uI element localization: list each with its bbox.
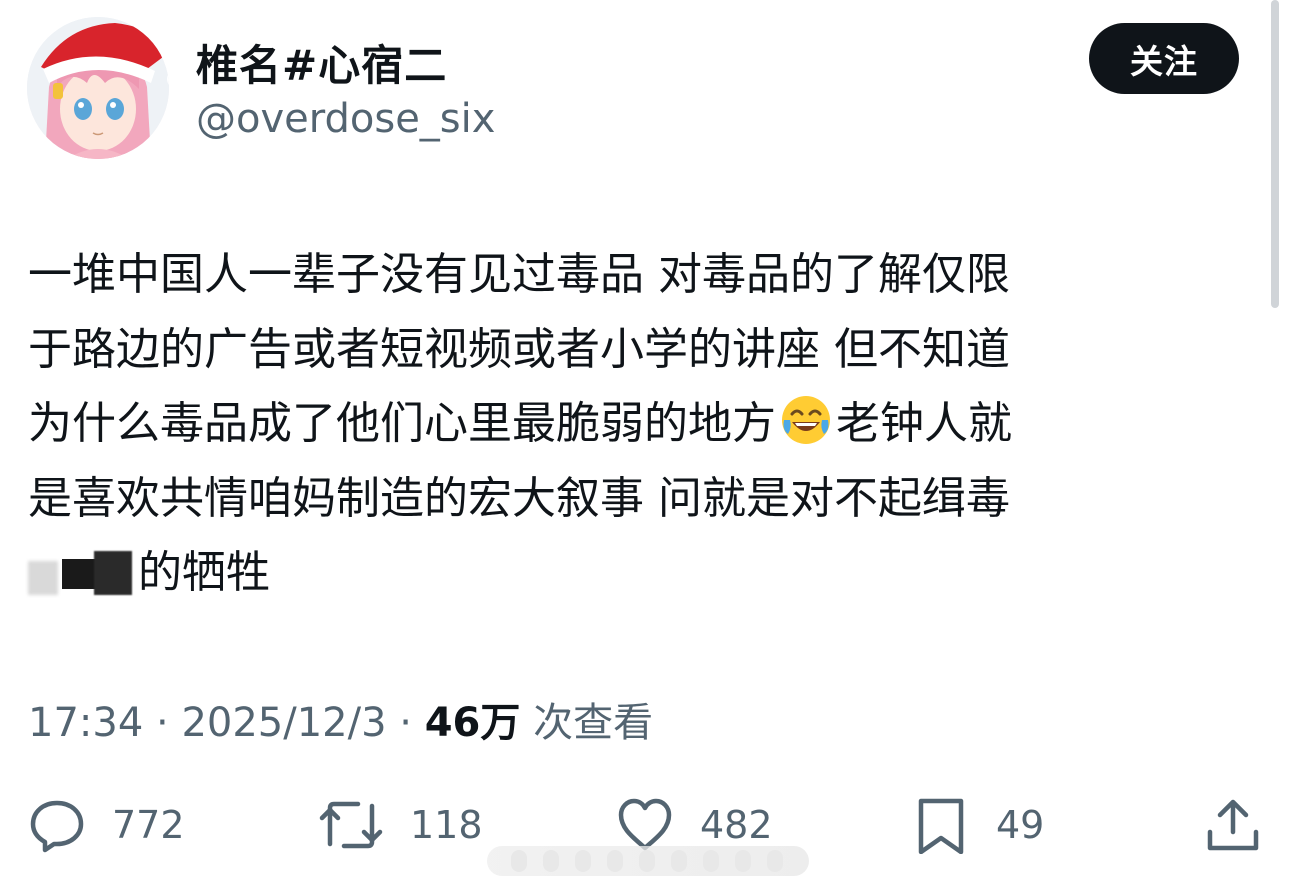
bookmark-button[interactable]: 49 [912, 790, 1044, 860]
follow-button[interactable]: 关注 [1089, 23, 1239, 94]
tweet-time[interactable]: 17:34 [28, 700, 143, 746]
bookmark-count: 49 [996, 803, 1045, 847]
reply-button[interactable]: 772 [28, 790, 185, 860]
display-name[interactable]: 椎名#心宿二 [196, 32, 447, 93]
tweet-text: 一堆中国人一辈子没有见过毒品 对毒品的了解仅限 于路边的广告或者短视频或者小学的… [28, 238, 1244, 611]
tweet-line-3-tail: 老钟人就 [836, 398, 1012, 449]
reply-icon [30, 800, 84, 853]
avatar[interactable] [27, 17, 169, 159]
watermark-overlay [487, 846, 809, 876]
views-count: 46万 [424, 700, 521, 746]
user-handle[interactable]: @overdose_six [196, 96, 495, 142]
laughing-emoji-icon [780, 394, 832, 446]
tweet-line-1: 一堆中国人一辈子没有见过毒品 对毒品的了解仅限 [28, 249, 1010, 300]
retweet-count: 118 [410, 803, 483, 847]
anime-girl-avatar-icon [27, 17, 169, 159]
tweet-line-3-text: 为什么毒品成了他们心里最脆弱的地方 [28, 398, 776, 449]
tweet-meta: 17:34 · 2025/12/3 · 46万 次查看 [28, 690, 653, 748]
meta-separator: · [156, 700, 169, 746]
bookmark-icon [918, 798, 964, 854]
scrollbar[interactable] [1271, 0, 1279, 308]
views-label: 次查看 [533, 700, 654, 746]
tweet-line-4: 是喜欢共情咱妈制造的宏大叙事 问就是对不起缉毒 [28, 472, 1010, 524]
tweet-line-5: 的牺牲 [28, 536, 1244, 611]
share-icon [1207, 799, 1259, 851]
redacted-text [28, 547, 132, 597]
reply-count: 772 [112, 803, 185, 847]
tweet-page: 椎名#心宿二 @overdose_six 关注 一堆中国人一辈子没有见过毒品 对… [0, 0, 1290, 891]
meta-separator-2: · [399, 700, 412, 746]
tweet-line-5-text: 的牺牲 [138, 547, 270, 598]
like-count: 482 [700, 803, 773, 847]
tweet-line-3: 为什么毒品成了他们心里最脆弱的地方 老钟人就 [28, 387, 1244, 462]
tweet-line-2: 于路边的广告或者短视频或者小学的讲座 但不知道 [28, 323, 1010, 375]
retweet-icon [319, 801, 383, 849]
share-button[interactable] [1204, 790, 1262, 860]
tweet-date[interactable]: 2025/12/3 [181, 700, 386, 746]
retweet-button[interactable]: 118 [318, 790, 483, 860]
